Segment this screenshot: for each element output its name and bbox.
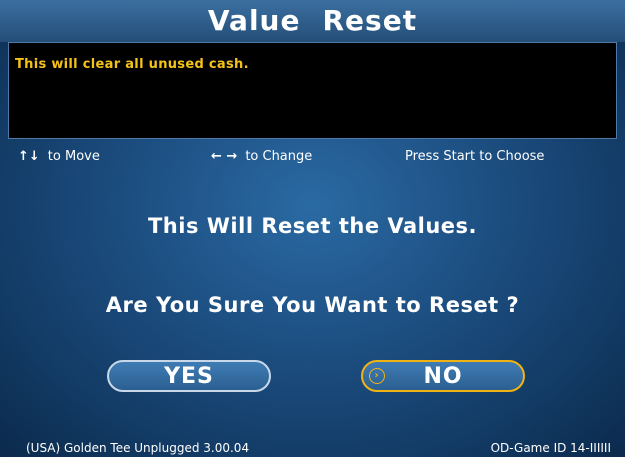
page-title-word1: Value [207,4,301,37]
no-button-label: NO [423,364,463,389]
prompt-line-1: This Will Reset the Values. [147,214,478,238]
footer: (USA) Golden Tee Unplugged 3.00.04 OD-Ga… [0,437,625,457]
selector-arrow-icon: › [369,368,385,384]
move-hint-label: to Move [47,149,100,164]
change-hint-label: to Change [245,149,313,164]
message-box: This will clear all unused cash. [8,42,617,139]
yes-button[interactable]: YES [107,360,271,392]
change-hint: ← → to Change [211,149,312,164]
yes-button-label: YES [164,364,214,389]
message-text: This will clear all unused cash. [15,57,249,72]
choose-hint: Press Start to Choose [405,149,545,164]
screen: Value Reset This will clear all unused ca… [0,0,625,457]
prompt-line-2: Are You Sure You Want to Reset ? [105,293,520,317]
title-bar: Value Reset [0,0,625,42]
version-text: (USA) Golden Tee Unplugged 3.00.04 [26,441,250,455]
move-hint: ↑↓ to Move [18,149,100,164]
game-id-text: OD-Game ID 14-IIIIII [490,441,611,455]
no-button[interactable]: › NO [361,360,525,392]
left-right-arrows-icon: ← → [211,149,238,164]
page-title-word2: Reset [322,4,418,37]
up-down-arrows-icon: ↑↓ [18,149,40,164]
controls-hint-bar: ↑↓ to Move ← → to Change Press Start to Ch… [0,146,625,168]
